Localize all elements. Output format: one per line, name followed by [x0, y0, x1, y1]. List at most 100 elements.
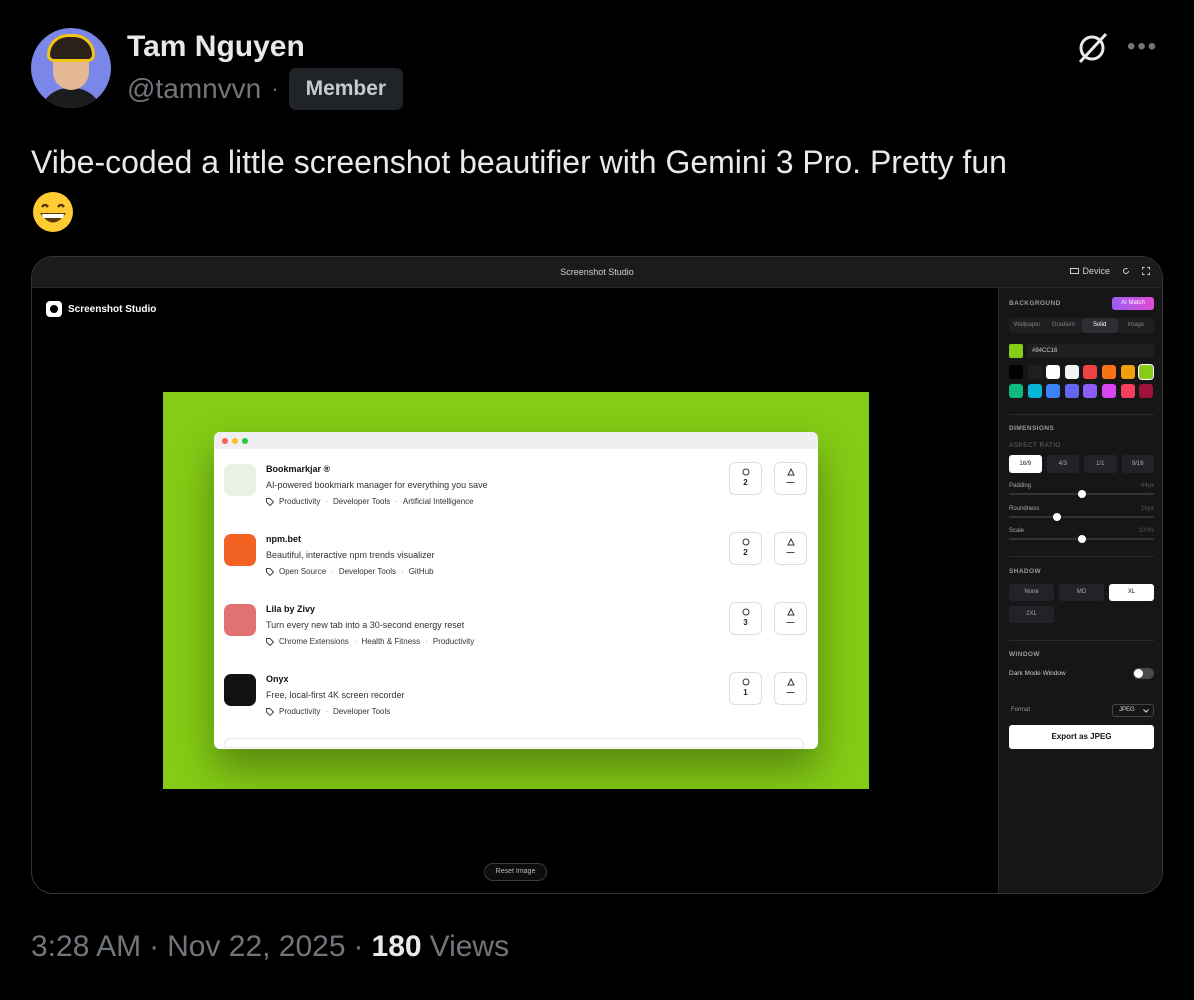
product-row[interactable]: Bookmarkjar ® AI-powered bookmark manager… [224, 462, 808, 522]
product-tags: Open Source · Developer Tools · GitHub [266, 567, 434, 576]
padding-knob[interactable] [1077, 490, 1086, 498]
aspect-ratio-option[interactable]: 4/3 [1046, 455, 1079, 473]
comments-button[interactable]: 2 [729, 462, 762, 495]
product-row[interactable]: Lila by Zivy Turn every new tab into a 30… [224, 602, 808, 662]
comments-button[interactable]: 2 [729, 532, 762, 565]
product-tag[interactable]: Productivity [433, 637, 474, 646]
tab-gradient[interactable]: Gradient [1045, 318, 1081, 333]
author-handle[interactable]: @tamnvvn [127, 73, 261, 105]
shadow-option-md[interactable]: MD [1059, 584, 1104, 601]
product-name[interactable]: npm.bet [266, 534, 301, 544]
upvote-button[interactable]: — [774, 602, 807, 635]
color-swatch[interactable] [1009, 383, 1023, 398]
comments-button[interactable]: 3 [729, 602, 762, 635]
tab-solid[interactable]: Solid [1081, 318, 1118, 333]
padding-slider[interactable]: Padding 64px [1009, 483, 1154, 498]
product-tag[interactable]: Developer Tools [333, 497, 390, 506]
aspect-ratio-option[interactable]: 1/1 [1084, 455, 1117, 473]
tag-separator: · [325, 497, 329, 506]
tag-icon [266, 497, 274, 506]
grok-icon[interactable] [1074, 30, 1110, 66]
shadow-option-none[interactable]: None [1009, 584, 1054, 601]
scale-value: 100% [1138, 528, 1154, 534]
dark-mode-toggle[interactable] [1133, 668, 1154, 679]
scale-slider[interactable]: Scale 100% [1009, 528, 1154, 543]
tweet-time[interactable]: 3:28 AM [31, 930, 141, 964]
color-swatch[interactable] [1120, 365, 1135, 379]
more-options-icon[interactable]: ••• [1127, 35, 1158, 59]
color-swatch[interactable] [1046, 365, 1061, 379]
color-swatch[interactable] [1120, 383, 1135, 398]
product-logo-icon [224, 674, 256, 706]
product-name[interactable]: Lila by Zivy [266, 604, 315, 614]
color-swatch[interactable] [1064, 383, 1079, 398]
author-avatar[interactable] [31, 28, 111, 108]
product-tag[interactable]: GitHub [409, 567, 434, 576]
tweet-media[interactable]: Screenshot Studio Device Screenshot Stud… [31, 256, 1163, 894]
product-name[interactable]: Onyx [266, 674, 289, 684]
product-row[interactable]: npm.bet Beautiful, interactive npm trends… [224, 532, 808, 592]
logo-label: Screenshot Studio [68, 303, 157, 315]
views-count: 180 [371, 930, 422, 963]
product-tag[interactable]: Productivity [279, 707, 320, 716]
shadow-options: None MD XL 2XL [1009, 584, 1154, 623]
device-button[interactable]: Device [1070, 266, 1110, 276]
shadow-option-xl[interactable]: XL [1109, 584, 1154, 601]
color-swatch[interactable] [1064, 365, 1079, 379]
product-tag[interactable]: Health & Fitness [361, 637, 420, 646]
aspect-ratio-option[interactable]: 16/9 [1009, 455, 1042, 473]
format-select[interactable]: JPEG [1112, 704, 1154, 717]
product-tags: Productivity · Developer Tools · Artificial … [266, 497, 474, 506]
export-button[interactable]: Export as JPEG [1009, 725, 1154, 749]
tweet-date[interactable]: Nov 22, 2025 [167, 930, 345, 964]
maximize-dot-icon [242, 438, 248, 444]
upvote-button[interactable]: — [774, 672, 807, 705]
tab-wallpaper[interactable]: Wallpaper [1009, 318, 1045, 333]
color-swatch[interactable] [1101, 365, 1116, 379]
fullscreen-icon[interactable] [1142, 267, 1150, 275]
app-logo: Screenshot Studio [46, 301, 156, 317]
color-swatches [1009, 364, 1155, 398]
product-tag[interactable]: Developer Tools [333, 707, 390, 716]
member-badge[interactable]: Member [288, 68, 404, 110]
tag-separator: · [395, 497, 398, 506]
shadow-section-title: SHADOW [1009, 568, 1042, 575]
roundness-track [1009, 516, 1154, 518]
upvote-button[interactable]: — [774, 532, 807, 565]
color-swatch[interactable] [1138, 364, 1155, 380]
color-swatch[interactable] [1083, 365, 1098, 379]
divider [1009, 414, 1154, 415]
product-tag[interactable]: Open Source [279, 567, 326, 576]
scale-knob[interactable] [1077, 535, 1086, 543]
product-tag[interactable]: Artificial Intelligence [403, 497, 474, 506]
ai-match-button[interactable]: AI Match [1112, 297, 1154, 310]
color-swatch[interactable] [1027, 365, 1042, 379]
upvote-count: — [786, 688, 795, 697]
tweet-text: Vibe-coded a little screenshot beautifie… [31, 144, 1007, 180]
current-color-swatch[interactable] [1009, 344, 1023, 358]
product-row[interactable]: Onyx Free, local-first 4K screen recorder… [224, 672, 808, 732]
roundness-slider[interactable]: Roundness 16px [1009, 506, 1154, 521]
aspect-ratio-options: 16/9 4/3 1/1 9/16 [1009, 455, 1154, 473]
reset-image-button[interactable]: Reset Image [484, 863, 547, 881]
product-name[interactable]: Bookmarkjar ® [266, 464, 330, 474]
refresh-icon[interactable] [1122, 267, 1130, 275]
roundness-knob[interactable] [1052, 513, 1061, 521]
color-swatch[interactable] [1139, 383, 1154, 398]
color-swatch[interactable] [1101, 383, 1116, 398]
padding-value: 64px [1140, 483, 1154, 489]
comments-button[interactable]: 1 [729, 672, 762, 705]
aspect-ratio-option[interactable]: 9/16 [1121, 455, 1154, 473]
color-swatch[interactable] [1046, 383, 1061, 398]
hex-input[interactable]: #84CC16 [1027, 344, 1154, 358]
shadow-option-2xl[interactable]: 2XL [1009, 606, 1054, 623]
product-tag[interactable]: Chrome Extensions [279, 637, 349, 646]
color-swatch[interactable] [1083, 383, 1098, 398]
color-swatch[interactable] [1027, 383, 1042, 398]
product-tag[interactable]: Developer Tools [339, 567, 396, 576]
author-name[interactable]: Tam Nguyen [127, 30, 305, 64]
color-swatch[interactable] [1009, 365, 1023, 379]
tab-image[interactable]: Image [1118, 318, 1154, 333]
upvote-button[interactable]: — [774, 462, 807, 495]
product-tag[interactable]: Productivity [279, 497, 320, 506]
